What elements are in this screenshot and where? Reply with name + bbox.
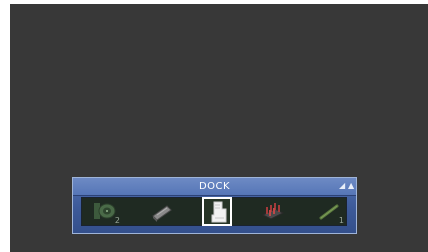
dock-header[interactable]: DOCK ◢ ▲ [73,178,356,196]
rod-icon [319,204,339,220]
dock-slot-satellite-dish[interactable]: 2 [90,198,120,225]
panel-icon [152,205,172,222]
satellite-dish-icon [94,203,116,219]
dock-slot-panel[interactable] [146,198,176,225]
dock-slot-battery-rack[interactable] [258,198,288,225]
slot-count: 1 [338,216,344,225]
document-icon [211,201,227,223]
slot-count: 2 [114,216,120,225]
dock-title: DOCK [198,181,231,192]
resize-icon[interactable]: ◢ [339,179,345,193]
dock-tray: 2 1 [81,197,347,226]
dock-slot-document[interactable] [202,197,232,226]
battery-rack-icon [261,203,285,220]
dock-panel: DOCK ◢ ▲ 2 1 [72,177,357,234]
collapse-icon[interactable]: ▲ [348,179,354,193]
dock-slot-rod[interactable]: 1 [314,198,344,225]
